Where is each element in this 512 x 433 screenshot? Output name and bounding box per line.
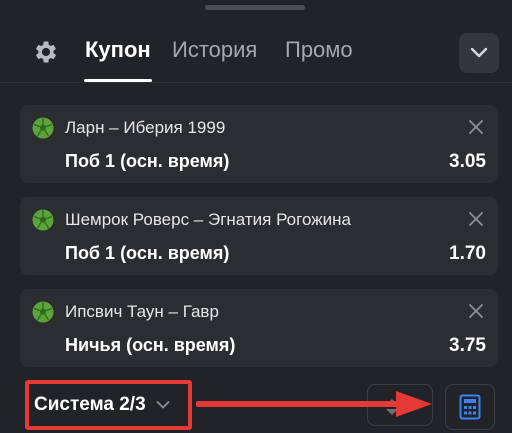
football-ball-icon [32, 301, 54, 323]
tab-promo[interactable]: Промо [285, 36, 353, 64]
match-name: Шемрок Роверс – Эгнатия Рогожина [65, 210, 351, 229]
system-label: Система 2/3 [34, 394, 146, 415]
bet-card: Ларн – Иберия 1999 Поб 1 (осн. время) 3.… [20, 105, 498, 183]
system-selector[interactable]: Система 2/3 [25, 380, 192, 430]
bet-card: Шемрок Роверс – Эгнатия Рогожина Поб 1 (… [20, 197, 498, 275]
bet-outcome: Ничья (осн. время) [65, 335, 236, 355]
match-name: Ипсвич Таун – Гавр [65, 302, 219, 321]
bet-odds: 3.75 [449, 335, 486, 356]
bet-outcome: Поб 1 (осн. время) [65, 243, 230, 263]
calculator-icon [459, 394, 481, 420]
chevron-down-icon [470, 47, 488, 58]
drag-handle[interactable] [205, 5, 305, 10]
collapse-button[interactable] [459, 33, 499, 73]
coupon-header: Купон История Промо [0, 24, 512, 82]
bet-outcome: Поб 1 (осн. время) [65, 151, 230, 171]
tab-history[interactable]: История [172, 36, 257, 64]
chevron-down-icon [156, 401, 170, 409]
match-name: Ларн – Иберия 1999 [65, 118, 226, 137]
close-icon[interactable] [468, 303, 484, 319]
football-ball-icon [32, 117, 54, 139]
bet-odds: 1.70 [449, 243, 486, 264]
football-ball-icon [32, 209, 54, 231]
gear-icon[interactable] [32, 38, 60, 66]
red-arrow-annotation [196, 391, 432, 417]
calculator-button[interactable] [445, 384, 495, 430]
close-icon[interactable] [468, 119, 484, 135]
close-icon[interactable] [468, 211, 484, 227]
header-divider [0, 82, 512, 83]
bet-odds: 3.05 [449, 151, 486, 172]
bet-card: Ипсвич Таун – Гавр Ничья (осн. время) 3.… [20, 289, 498, 367]
tab-coupon[interactable]: Купон [85, 36, 151, 64]
